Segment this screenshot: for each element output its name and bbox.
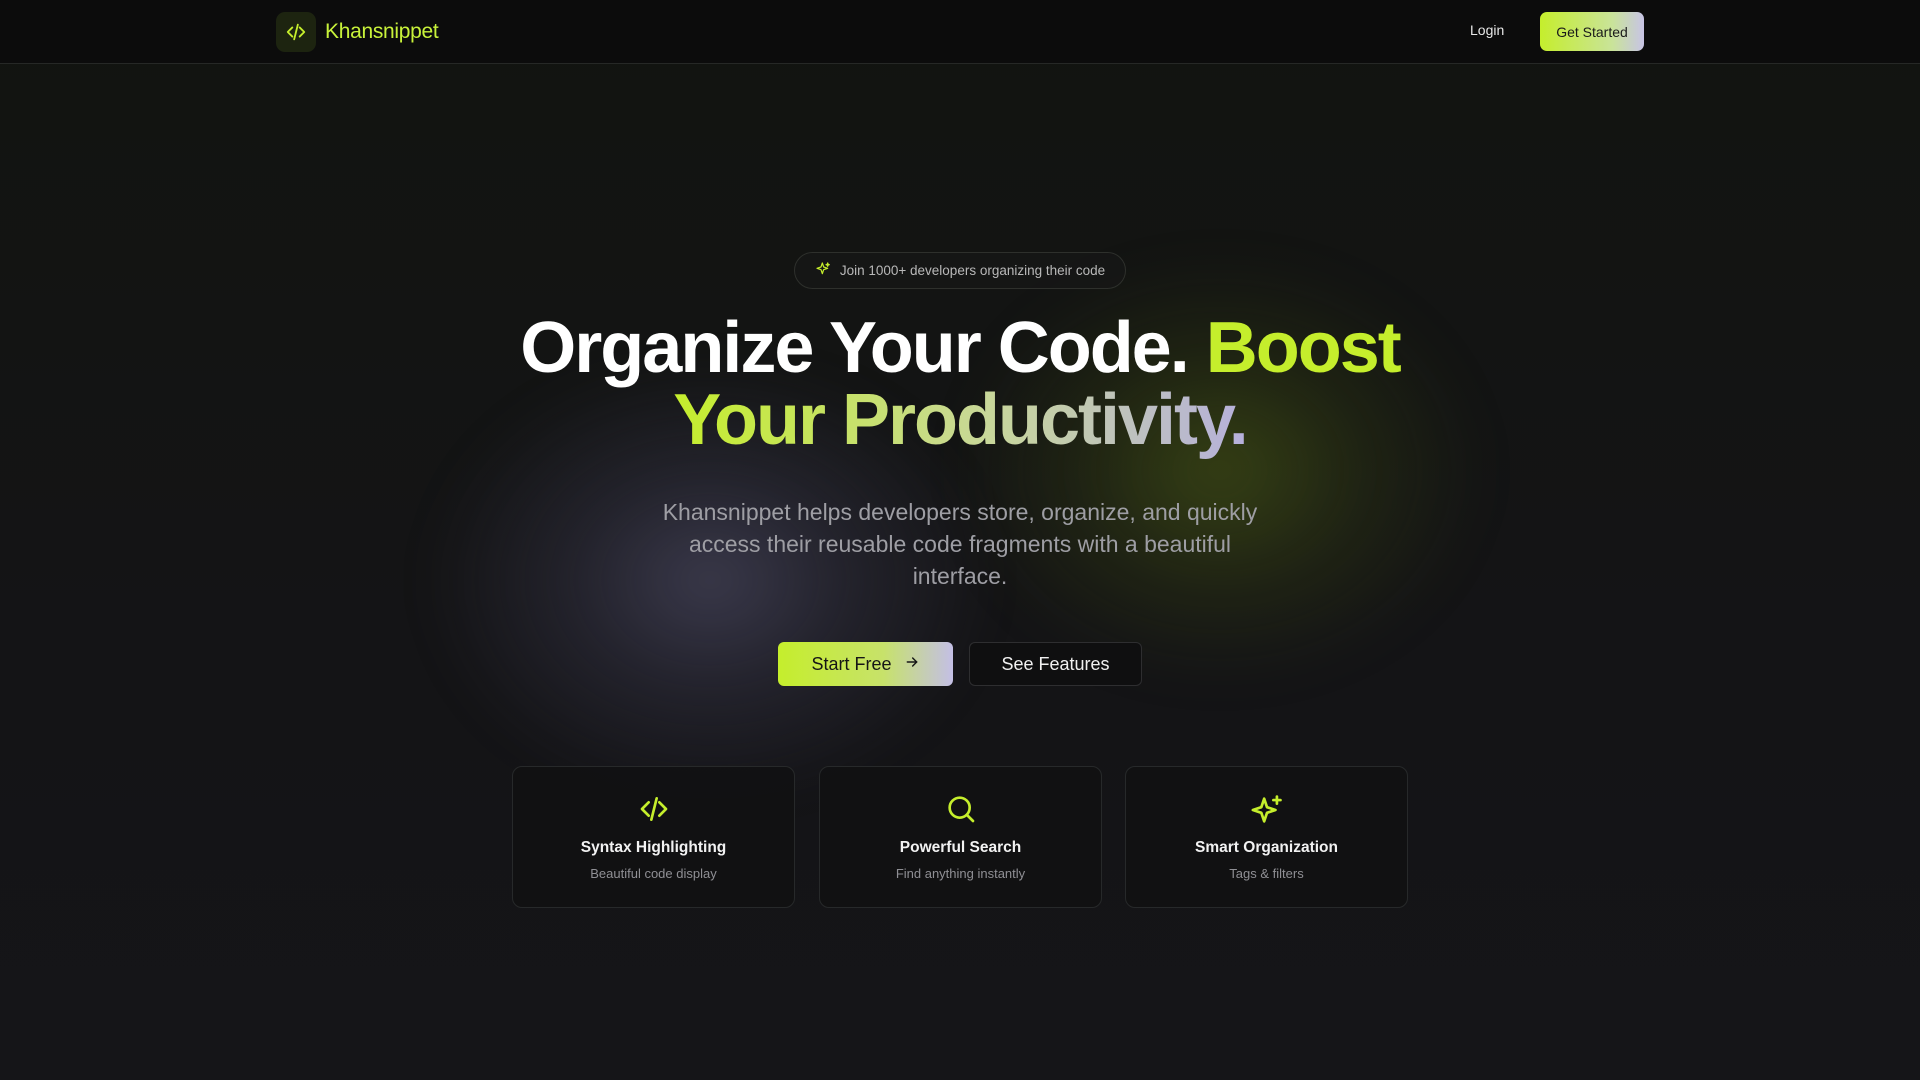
login-link[interactable]: Login xyxy=(1470,22,1504,38)
feature-description: Find anything instantly xyxy=(895,866,1026,881)
brand-logo[interactable]: Khansnippet xyxy=(276,12,439,52)
feature-card-organization: Smart Organization Tags & filters xyxy=(1125,766,1408,908)
code-icon xyxy=(276,12,316,52)
start-free-button[interactable]: Start Free xyxy=(778,642,953,686)
headline-part1: Organize Your Code. xyxy=(520,308,1206,388)
top-navbar: Khansnippet Login Get Started xyxy=(0,0,1920,64)
social-proof-badge: Join 1000+ developers organizing their c… xyxy=(794,252,1126,289)
feature-title: Powerful Search xyxy=(899,839,1022,856)
hero-headline: Organize Your Code. Boost Your Productiv… xyxy=(0,312,1920,456)
feature-description: Beautiful code display xyxy=(590,866,717,881)
landing-page: Khansnippet Login Get Started Join 1000+… xyxy=(0,0,1920,1080)
headline-line2: Your Productivity. xyxy=(673,380,1248,460)
brand-name: Khansnippet xyxy=(325,20,439,43)
code-icon xyxy=(513,793,794,825)
start-free-label: Start Free xyxy=(811,653,892,674)
get-started-button[interactable]: Get Started xyxy=(1540,12,1644,51)
feature-card-search: Powerful Search Find anything instantly xyxy=(819,766,1102,908)
feature-title: Syntax Highlighting xyxy=(580,839,727,856)
feature-title: Smart Organization xyxy=(1195,839,1338,856)
arrow-right-icon xyxy=(904,654,920,675)
headline-accent: Boost xyxy=(1205,308,1402,388)
search-icon xyxy=(820,793,1101,825)
sparkles-icon xyxy=(1126,793,1407,827)
sparkles-icon xyxy=(815,261,831,280)
see-features-button[interactable]: See Features xyxy=(969,642,1142,686)
hero-subtitle: Khansnippet helps developers store, orga… xyxy=(662,499,1258,589)
badge-text: Join 1000+ developers organizing their c… xyxy=(839,263,1106,278)
feature-description: Tags & filters xyxy=(1229,866,1304,881)
feature-card-syntax: Syntax Highlighting Beautiful code displ… xyxy=(512,766,795,908)
